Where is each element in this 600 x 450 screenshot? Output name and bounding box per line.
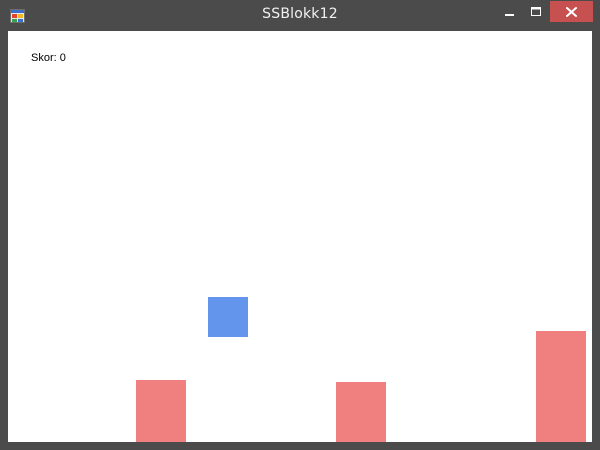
- title-bar[interactable]: SSBlokk12: [0, 0, 600, 30]
- window-bottom-border: [0, 442, 600, 450]
- minimize-icon: [505, 13, 514, 16]
- game-canvas[interactable]: Skor: 0: [8, 31, 592, 442]
- minimize-button[interactable]: [497, 1, 523, 22]
- obstacle-pillar: [136, 380, 186, 442]
- score-label: Skor: 0: [31, 52, 66, 64]
- game-window: SSBlokk12 Skor: 0: [0, 0, 600, 450]
- maximize-button[interactable]: [523, 1, 549, 22]
- player-block: [208, 297, 248, 337]
- maximize-icon: [530, 6, 541, 16]
- obstacle-pillar: [536, 331, 586, 442]
- close-button[interactable]: [550, 1, 593, 22]
- close-icon: [566, 6, 577, 17]
- obstacle-pillar: [336, 382, 386, 442]
